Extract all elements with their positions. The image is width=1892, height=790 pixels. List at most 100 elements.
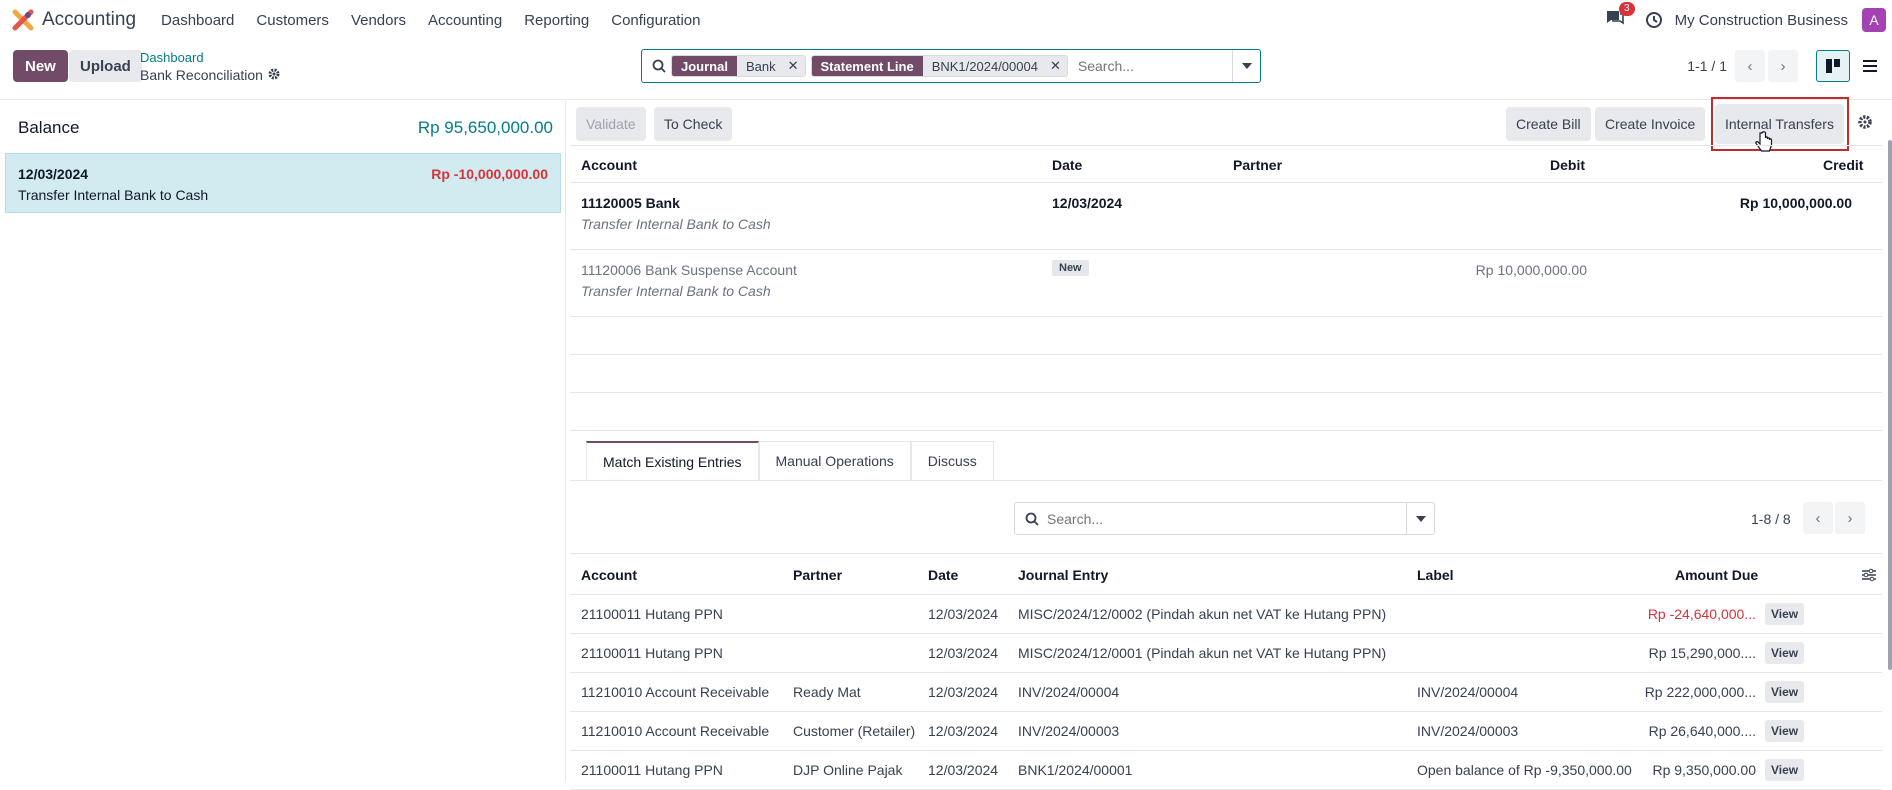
new-badge: New [1052, 260, 1089, 276]
reconciliation-panel: Validate To Check Create Bill Create Inv… [570, 97, 1892, 790]
row-date: 12/03/2024 [928, 762, 999, 778]
menu-reporting[interactable]: Reporting [524, 12, 589, 29]
view-button[interactable]: View [1765, 681, 1805, 703]
statement-line-card[interactable]: 12/03/2024 Transfer Internal Bank to Cas… [5, 153, 561, 213]
match-pager-next-button[interactable]: › [1835, 502, 1865, 534]
pager-next-button[interactable]: › [1768, 50, 1798, 82]
activity-clock-icon[interactable] [1645, 11, 1663, 29]
company-switcher[interactable]: My Construction Business [1675, 12, 1848, 29]
view-button[interactable]: View [1765, 603, 1805, 625]
chevron-down-icon[interactable] [1406, 503, 1434, 534]
table-row[interactable]: 11210010 Account Receivable Customer (Re… [570, 712, 1882, 751]
match-pager-previous-button[interactable]: ‹ [1803, 502, 1833, 534]
view-button[interactable]: View [1765, 642, 1805, 664]
facet-value: Bank [736, 56, 782, 76]
row-date: 12/03/2024 [928, 684, 999, 700]
menu-dashboard[interactable]: Dashboard [161, 12, 234, 29]
breadcrumb-current: Bank Reconciliation [140, 67, 280, 83]
entry-label: Transfer Internal Bank to Cash [581, 216, 771, 232]
menu-accounting[interactable]: Accounting [428, 12, 502, 29]
facet-journal: Journal Bank ✕ [671, 55, 806, 77]
column-label: Label [1417, 567, 1454, 583]
table-row[interactable]: 21100011 Hutang PPN 12/03/2024 MISC/2024… [570, 634, 1882, 673]
row-partner: Customer (Retailer) [793, 723, 916, 739]
row-label: Open balance of Rp -9,350,000.00 [1417, 762, 1632, 778]
create-bill-button[interactable]: Create Bill [1506, 107, 1591, 141]
row-partner: Ready Mat [793, 684, 861, 700]
tab-match-existing-entries[interactable]: Match Existing Entries [586, 441, 759, 480]
upload-button[interactable]: Upload [69, 50, 142, 82]
entry-row[interactable]: 11120005 Bank Transfer Internal Bank to … [570, 183, 1882, 250]
facet-statement-line: Statement Line BNK1/2024/00004 ✕ [810, 55, 1068, 77]
app-name[interactable]: Accounting [42, 9, 136, 31]
user-avatar[interactable]: A [1862, 8, 1886, 32]
gear-icon[interactable] [1858, 115, 1872, 133]
entry-credit: Rp 10,000,000.00 [1739, 195, 1852, 211]
tab-discuss[interactable]: Discuss [910, 441, 994, 480]
balance-label: Balance [18, 118, 80, 137]
view-button[interactable]: View [1765, 759, 1805, 781]
kanban-icon [1826, 59, 1840, 73]
empty-row [570, 355, 1882, 393]
table-row[interactable]: 21100011 Hutang PPN DJP Online Pajak 12/… [570, 751, 1882, 790]
chevron-down-icon[interactable] [1232, 50, 1260, 82]
view-button[interactable]: View [1765, 720, 1805, 742]
statement-lines-panel: Balance Rp 95,650,000.00 12/03/2024 Tran… [0, 101, 566, 781]
row-journal-entry: MISC/2024/12/0002 (Pindah akun net VAT k… [1018, 606, 1387, 622]
match-table-header: Account Partner Date Journal Entry Label… [570, 553, 1882, 595]
list-icon [1863, 60, 1877, 72]
menu-customers[interactable]: Customers [256, 12, 329, 29]
match-search-bar[interactable] [1014, 502, 1435, 535]
row-account: 11210010 Account Receivable [581, 684, 770, 700]
to-check-button[interactable]: To Check [654, 107, 733, 141]
tab-divider [570, 480, 1882, 481]
app-logo-icon[interactable] [12, 9, 34, 31]
new-button[interactable]: New [13, 50, 68, 82]
entry-debit: Rp 10,000,000.00 [1475, 262, 1587, 278]
row-account: 21100011 Hutang PPN [581, 762, 723, 778]
menu-configuration[interactable]: Configuration [611, 12, 700, 29]
control-panel: New Upload Dashboard Bank Reconciliation… [0, 40, 1892, 100]
search-icon [652, 59, 666, 73]
row-amount-due: Rp 222,000,000... [1644, 684, 1756, 700]
entry-row[interactable]: 11120006 Bank Suspense Account Transfer … [570, 250, 1882, 317]
statement-line-date: 12/03/2024 [18, 166, 89, 182]
pager-value[interactable]: 1-1 / 1 [1687, 58, 1727, 74]
search-bar[interactable]: Journal Bank ✕ Statement Line BNK1/2024/… [641, 49, 1261, 83]
menu-vendors[interactable]: Vendors [351, 12, 406, 29]
search-input[interactable] [1077, 58, 1238, 74]
facet-label: Journal [672, 56, 737, 76]
row-amount-due: Rp 26,640,000.... [1648, 723, 1756, 739]
row-journal-entry: BNK1/2024/00001 [1018, 762, 1133, 778]
list-view-button[interactable] [1853, 50, 1887, 82]
table-row[interactable]: 21100011 Hutang PPN 12/03/2024 MISC/2024… [570, 595, 1882, 634]
create-invoice-button[interactable]: Create Invoice [1595, 107, 1706, 141]
search-icon [1025, 512, 1039, 526]
pager-previous-button[interactable]: ‹ [1735, 50, 1765, 82]
row-account: 11210010 Account Receivable [581, 723, 770, 739]
kanban-view-button[interactable] [1816, 50, 1850, 82]
table-row[interactable]: 11210010 Account Receivable Ready Mat 12… [570, 673, 1882, 712]
row-date: 12/03/2024 [928, 645, 999, 661]
empty-row [570, 317, 1882, 355]
column-settings-icon[interactable] [1862, 568, 1876, 585]
column-partner: Partner [1233, 157, 1283, 173]
statement-line-amount: Rp -10,000,000.00 [431, 166, 548, 182]
tab-manual-operations[interactable]: Manual Operations [758, 441, 911, 480]
column-debit: Debit [1550, 157, 1585, 173]
scrollbar[interactable] [1888, 140, 1892, 670]
breadcrumb-dashboard[interactable]: Dashboard [140, 50, 204, 65]
empty-row [570, 393, 1882, 431]
highlight-box [1711, 97, 1849, 151]
match-search-input[interactable] [1047, 510, 1367, 527]
balance-amount: Rp 95,650,000.00 [417, 118, 553, 137]
validate-button[interactable]: Validate [576, 107, 646, 141]
row-account: 21100011 Hutang PPN [581, 606, 723, 622]
chat-icon[interactable]: 3 [1605, 2, 1635, 31]
row-label: INV/2024/00003 [1417, 723, 1519, 739]
close-icon[interactable]: ✕ [781, 56, 805, 76]
match-pager-value[interactable]: 1-8 / 8 [1751, 511, 1791, 527]
row-journal-entry: INV/2024/00004 [1018, 684, 1120, 700]
gear-icon[interactable] [268, 67, 280, 83]
close-icon[interactable]: ✕ [1043, 56, 1067, 76]
